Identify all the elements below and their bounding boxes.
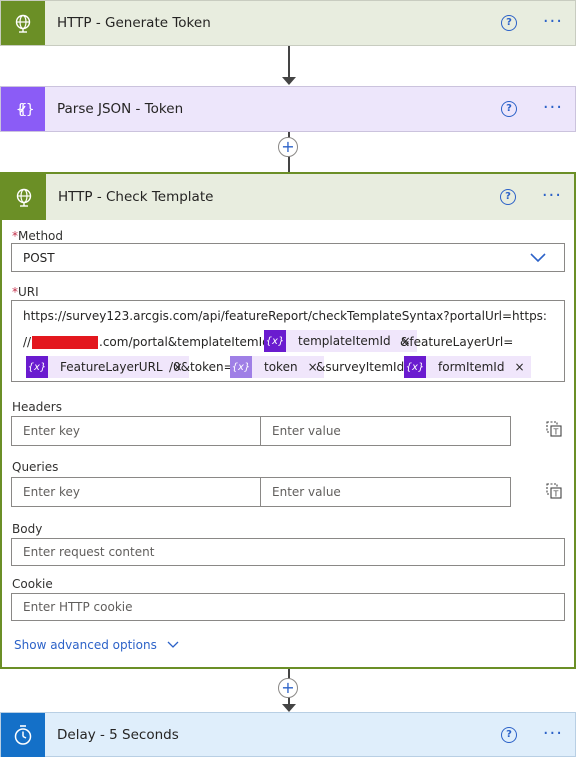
chevron-down-icon xyxy=(530,253,546,263)
svg-text:T: T xyxy=(553,490,559,499)
variable-icon: {x} xyxy=(264,330,286,352)
help-icon[interactable]: ? xyxy=(500,189,516,205)
variable-icon: {x} xyxy=(230,356,252,378)
cookie-label: Cookie xyxy=(12,577,53,591)
queries-label: Queries xyxy=(12,460,59,474)
step-card-parse-json[interactable]: {{} Parse JSON - Token ? ··· xyxy=(0,86,576,132)
timer-icon xyxy=(1,713,45,757)
token-label: templateItemId xyxy=(298,334,391,348)
step-title: Delay - 5 Seconds xyxy=(57,727,179,743)
variable-icon: {x} xyxy=(26,356,48,378)
svg-text:}: } xyxy=(26,102,34,118)
step-title: HTTP - Check Template xyxy=(58,189,214,205)
globe-icon xyxy=(1,1,45,45)
uri-text-line3-mid: /0&token= xyxy=(169,360,234,374)
braces-icon: {{} xyxy=(1,87,45,131)
more-options-icon[interactable]: ··· xyxy=(543,13,563,31)
help-icon[interactable]: ? xyxy=(501,727,517,743)
uri-text-mid: .com/portal&templateItemId= xyxy=(99,335,280,349)
token-token[interactable]: {x} token × xyxy=(230,356,324,378)
variable-icon: {x} xyxy=(404,356,426,378)
step-card-delay[interactable]: Delay - 5 Seconds ? ··· xyxy=(0,712,576,757)
switch-to-text-mode-icon[interactable]: T xyxy=(546,483,562,499)
arrow-down-icon xyxy=(282,704,296,712)
uri-label: *URI xyxy=(12,285,39,299)
more-options-icon[interactable]: ··· xyxy=(543,725,563,743)
header-key-input[interactable]: Enter key xyxy=(11,416,261,446)
method-select[interactable]: POST xyxy=(11,243,565,272)
help-icon[interactable]: ? xyxy=(501,101,517,117)
method-value: POST xyxy=(23,251,55,265)
uri-text-line3-suffix: &surveyItemId= xyxy=(316,360,415,374)
uri-text-line1: https://survey123.arcgis.com/api/feature… xyxy=(23,309,547,323)
body-label: Body xyxy=(12,522,43,536)
token-label: token xyxy=(264,360,298,374)
help-icon[interactable]: ? xyxy=(501,15,517,31)
arrow-down-icon xyxy=(282,77,296,85)
query-key-input[interactable]: Enter key xyxy=(11,477,261,507)
token-template-item-id[interactable]: {x} templateItemId × xyxy=(264,330,417,352)
query-value-input[interactable]: Enter value xyxy=(260,477,511,507)
remove-token-icon[interactable]: × xyxy=(514,360,530,374)
step-card-check-template[interactable]: HTTP - Check Template ? ··· *Method POST… xyxy=(0,172,576,669)
token-label: formItemId xyxy=(438,360,505,374)
more-options-icon[interactable]: ··· xyxy=(542,187,562,205)
more-options-icon[interactable]: ··· xyxy=(543,99,563,117)
uri-input[interactable]: https://survey123.arcgis.com/api/feature… xyxy=(11,300,565,382)
header-value-input[interactable]: Enter value xyxy=(260,416,511,446)
svg-text:T: T xyxy=(553,428,559,437)
step-card-generate-token[interactable]: HTTP - Generate Token ? ··· xyxy=(0,0,576,46)
redacted-block xyxy=(32,336,98,349)
switch-to-text-mode-icon[interactable]: T xyxy=(546,421,562,437)
add-step-icon[interactable]: + xyxy=(278,678,298,698)
body-input[interactable]: Enter request content xyxy=(11,538,565,566)
method-label: *Method xyxy=(12,229,64,243)
headers-label: Headers xyxy=(12,400,62,414)
uri-text-prefix: // xyxy=(23,335,32,349)
step-title: Parse JSON - Token xyxy=(57,101,184,117)
token-feature-layer-url[interactable]: {x} FeatureLayerURL × xyxy=(26,356,189,378)
token-form-item-id[interactable]: {x} formItemId × xyxy=(404,356,531,378)
connector-line xyxy=(288,46,290,78)
token-label: FeatureLayerURL xyxy=(60,360,163,374)
cookie-input[interactable]: Enter HTTP cookie xyxy=(11,593,565,621)
globe-icon xyxy=(2,174,46,220)
add-step-icon[interactable]: + xyxy=(278,137,298,157)
step-title: HTTP - Generate Token xyxy=(57,15,211,31)
show-advanced-options-link[interactable]: Show advanced options xyxy=(14,638,179,652)
chevron-down-icon xyxy=(167,641,179,648)
uri-text-suffix: &featureLayerUrl= xyxy=(400,335,514,349)
